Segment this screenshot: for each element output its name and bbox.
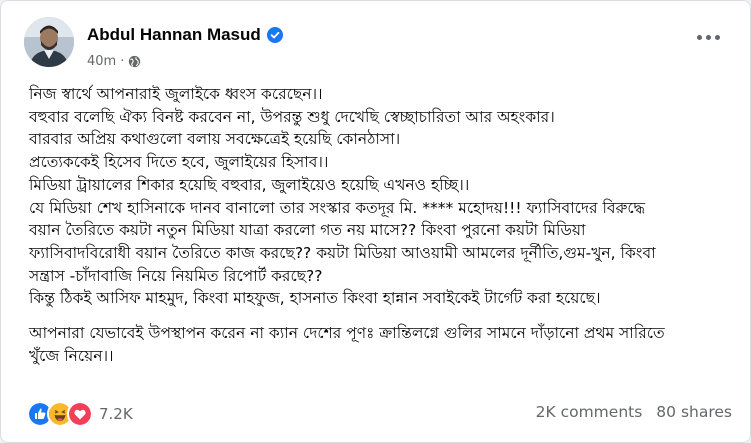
reaction-count[interactable]: 7.2K <box>99 405 133 423</box>
post-line: খুঁজে নিয়েন।। <box>29 346 114 365</box>
love-icon <box>67 401 93 427</box>
post-line: যে মিডিয়া শেখ হাসিনাকে দানব বানালো তার … <box>29 198 646 217</box>
post-line: নিজ স্বার্থে আপনারাই জুলাইকে ধ্বংস করেছে… <box>29 85 323 103</box>
post-line: সন্ত্রাস -চাঁদাবাজি নিয়ে নিয়মিত রিপোর্… <box>29 266 323 285</box>
post-line: বারবার অপ্রিয় কথাগুলো বলায় সবক্ষেত্রেই… <box>29 130 401 149</box>
more-dot-icon <box>715 35 720 40</box>
shares-count[interactable]: 80 shares <box>656 403 732 421</box>
engagement-stats: 2K comments 80 shares <box>536 403 732 421</box>
author-name[interactable]: Abdul Hannan Masud <box>87 25 283 45</box>
post-line: কিন্তু ঠিকই আসিফ মাহমুদ, কিংবা মাহফুজ, হ… <box>29 289 601 308</box>
globe-icon[interactable] <box>128 55 141 68</box>
more-dot-icon <box>706 35 711 40</box>
comments-count[interactable]: 2K comments <box>536 403 643 421</box>
meta-separator: · <box>120 54 125 69</box>
post-meta: 40m · <box>87 54 141 69</box>
post-line: প্রত্যেককেই হিসেব দিতে হবে, জুলাইয়ের হি… <box>29 153 329 172</box>
post-line: মিডিয়া ট্রায়ালের শিকার হয়েছি বহুবার, … <box>29 175 470 194</box>
post-line: বয়ান তৈরিতে কয়টা নতুন মিডিয়া যাত্রা ক… <box>29 221 586 240</box>
post-body: নিজ স্বার্থে আপনারাই জুলাইকে ধ্বংস করেছে… <box>29 83 734 367</box>
post-timestamp[interactable]: 40m <box>87 54 116 69</box>
reactions-summary[interactable]: 7.2K <box>27 401 133 427</box>
post-card: Abdul Hannan Masud 40m · নিজ স্বার্থে আপ… <box>0 0 751 443</box>
author-name-label[interactable]: Abdul Hannan Masud <box>87 25 261 45</box>
post-line: ফ্যাসিবাদবিরোধী বয়ান তৈরিতে কাজ করছে?? … <box>29 243 656 262</box>
more-options-button[interactable] <box>697 35 720 40</box>
post-line: বহুবার বলেছি ঐক্য বিনষ্ট করবেন না, উপরন্… <box>29 107 555 126</box>
verified-badge-icon <box>266 27 283 43</box>
more-dot-icon <box>697 35 702 40</box>
avatar[interactable] <box>24 17 74 67</box>
post-line: আপনারা যেভাবেই উপস্থাপন করেন না ক্যান দে… <box>29 324 665 343</box>
